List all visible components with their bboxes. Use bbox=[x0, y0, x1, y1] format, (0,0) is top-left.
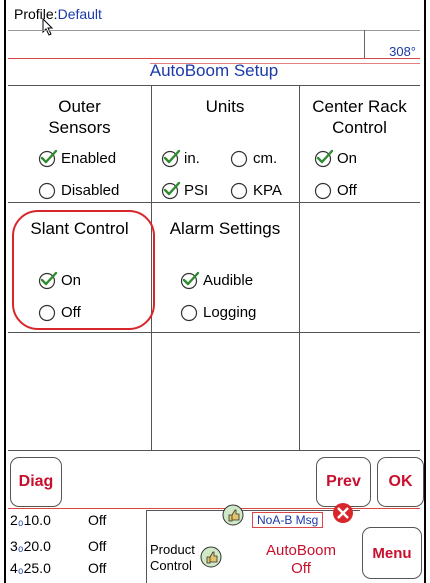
radio-empty-icon bbox=[314, 182, 332, 200]
checked-radio-icon bbox=[38, 149, 58, 168]
checked-radio-icon bbox=[161, 181, 181, 200]
profile-bar[interactable]: Profile:Default bbox=[8, 0, 420, 30]
autoboom-status[interactable]: AutoBoom Off bbox=[246, 542, 356, 578]
radio-empty-icon bbox=[230, 150, 248, 168]
checked-radio-icon bbox=[314, 149, 334, 168]
mouse-cursor-icon bbox=[42, 18, 54, 36]
heading-angle: 308° bbox=[389, 44, 416, 59]
section-row: 4₀25.0 Off bbox=[10, 560, 107, 576]
section-row: 2₀10.0 Off bbox=[10, 512, 107, 528]
page-title: AutoBoom Setup bbox=[149, 61, 279, 80]
units-psi-radio[interactable]: PSI bbox=[161, 180, 208, 200]
outer-sensors-disabled-radio[interactable]: Disabled bbox=[38, 180, 119, 200]
nob-msg-label: NoA-B Msg bbox=[252, 512, 324, 528]
product-control-label[interactable]: Product Control bbox=[150, 542, 195, 574]
outer-sensors-enabled-radio[interactable]: Enabled bbox=[38, 148, 116, 168]
center-rack-heading: Center Rack Control bbox=[312, 97, 407, 137]
section-row: 3₀20.0 Off bbox=[10, 538, 107, 554]
red-divider-top bbox=[8, 58, 420, 59]
units-in-radio[interactable]: in. bbox=[161, 148, 200, 168]
alarm-settings-heading: Alarm Settings bbox=[169, 219, 281, 238]
units-cm-radio[interactable]: cm. bbox=[230, 148, 277, 168]
status-panel: 2₀10.0 Off 3₀20.0 Off 4₀25.0 Off NoA-B M… bbox=[8, 502, 420, 583]
alarm-icon bbox=[333, 503, 353, 523]
units-kpa-radio[interactable]: KPA bbox=[230, 180, 282, 200]
center-rack-on-radio[interactable]: On bbox=[314, 148, 357, 168]
units-heading: Units bbox=[205, 97, 245, 116]
profile-label: Profile:Default bbox=[14, 6, 102, 22]
grid-hline-2 bbox=[8, 332, 420, 333]
diag-button[interactable]: Diag bbox=[10, 457, 62, 507]
outer-sensors-heading: Outer Sensors bbox=[48, 97, 111, 137]
product-control-thumb-icon[interactable] bbox=[200, 546, 222, 568]
checked-radio-icon bbox=[180, 271, 200, 290]
checked-radio-icon bbox=[161, 149, 181, 168]
ok-button[interactable]: OK bbox=[377, 457, 424, 507]
radio-empty-icon bbox=[180, 304, 198, 322]
thumbs-up-icon bbox=[222, 504, 244, 526]
alarm-audible-checkbox[interactable]: Audible bbox=[180, 270, 253, 290]
menu-button[interactable]: Menu bbox=[362, 527, 422, 579]
center-rack-off-radio[interactable]: Off bbox=[314, 180, 357, 200]
radio-empty-icon bbox=[230, 182, 248, 200]
prev-button[interactable]: Prev bbox=[316, 457, 371, 507]
header-divider bbox=[8, 30, 420, 31]
grid-hline-1 bbox=[8, 202, 420, 203]
alarm-logging-checkbox[interactable]: Logging bbox=[180, 302, 256, 322]
slant-control-highlight bbox=[12, 210, 155, 330]
grid-vline-2 bbox=[299, 86, 300, 450]
radio-empty-icon bbox=[38, 182, 56, 200]
profile-value: Default bbox=[57, 6, 102, 22]
